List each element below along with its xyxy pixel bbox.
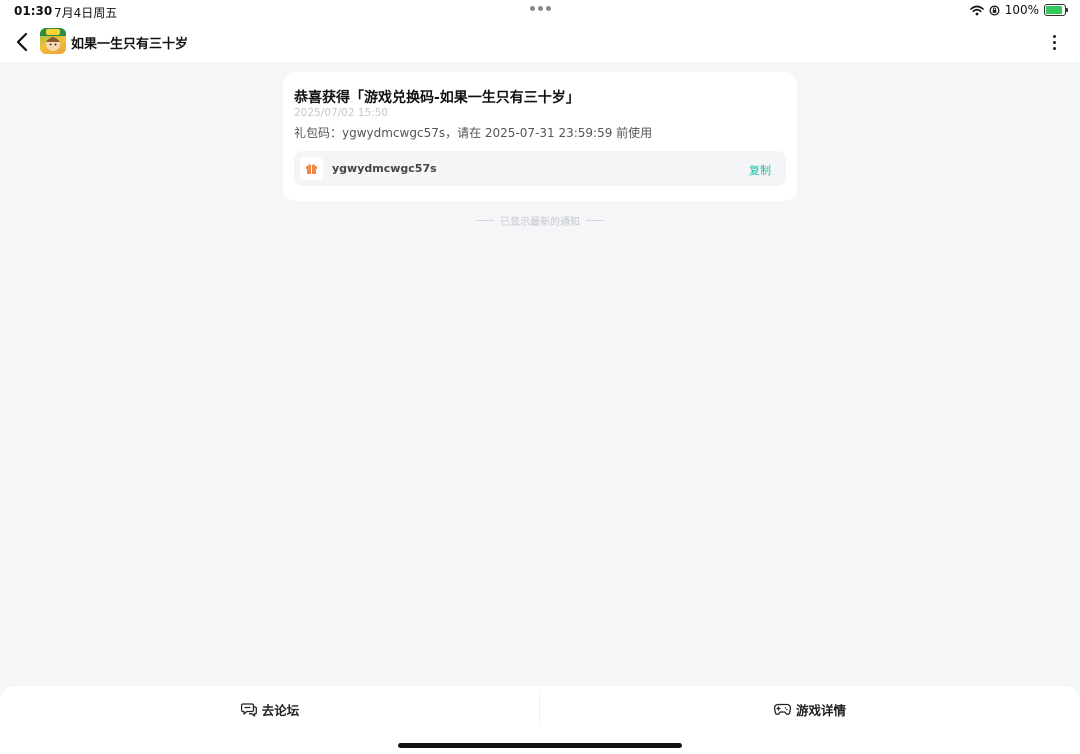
notification-card: 恭喜获得「游戏兑换码-如果一生只有三十岁」 2025/07/02 15:50 礼… xyxy=(283,72,797,201)
wifi-icon xyxy=(969,5,984,15)
battery-level xyxy=(1046,6,1062,14)
gift-icon xyxy=(300,157,323,180)
status-indicators: 100% xyxy=(969,3,1068,17)
nav-bar: 如果一生只有三十岁 xyxy=(0,22,1080,62)
more-vertical-icon xyxy=(1052,34,1056,38)
battery-icon xyxy=(1044,4,1068,16)
notification-description: 礼包码：ygwydmcwgc57s，请在 2025-07-31 23:59:59… xyxy=(294,126,653,140)
game-details-label: 游戏详情 xyxy=(795,702,846,718)
go-to-forum-label: 去论坛 xyxy=(261,702,300,718)
forum-chat-icon xyxy=(240,702,257,717)
end-note-text: 已显示最新的通知 xyxy=(500,217,580,228)
game-details-button[interactable]: 游戏详情 xyxy=(540,698,1080,720)
status-date: 7月4日周五 xyxy=(54,6,118,20)
gamepad-icon xyxy=(773,703,791,715)
more-options-button[interactable] xyxy=(1044,30,1064,54)
gift-code-box: ygwydmcwgc57s 复制 xyxy=(294,151,786,186)
end-of-list-note: 已显示最新的通知 xyxy=(0,213,1080,228)
divider-line xyxy=(476,220,494,221)
status-bar: 01:30 7月4日周五 100% xyxy=(0,0,1080,22)
copy-button[interactable]: 复制 xyxy=(749,162,771,178)
status-time: 01:30 xyxy=(14,4,53,18)
orientation-lock-icon xyxy=(989,4,1000,16)
multitasking-dots-icon[interactable] xyxy=(530,6,551,11)
notification-title: 恭喜获得「游戏兑换码-如果一生只有三十岁」 xyxy=(294,90,580,106)
go-to-forum-button[interactable]: 去论坛 xyxy=(0,698,540,720)
battery-percentage: 100% xyxy=(1004,3,1039,17)
divider-line xyxy=(586,220,604,221)
gift-code-text: ygwydmcwgc57s xyxy=(332,162,437,175)
page-title: 如果一生只有三十岁 xyxy=(71,37,189,52)
chevron-left-icon xyxy=(16,32,28,52)
notification-time: 2025/07/02 15:50 xyxy=(294,107,389,119)
back-button[interactable] xyxy=(10,30,34,54)
home-indicator[interactable] xyxy=(398,743,682,748)
game-app-icon xyxy=(40,28,66,54)
